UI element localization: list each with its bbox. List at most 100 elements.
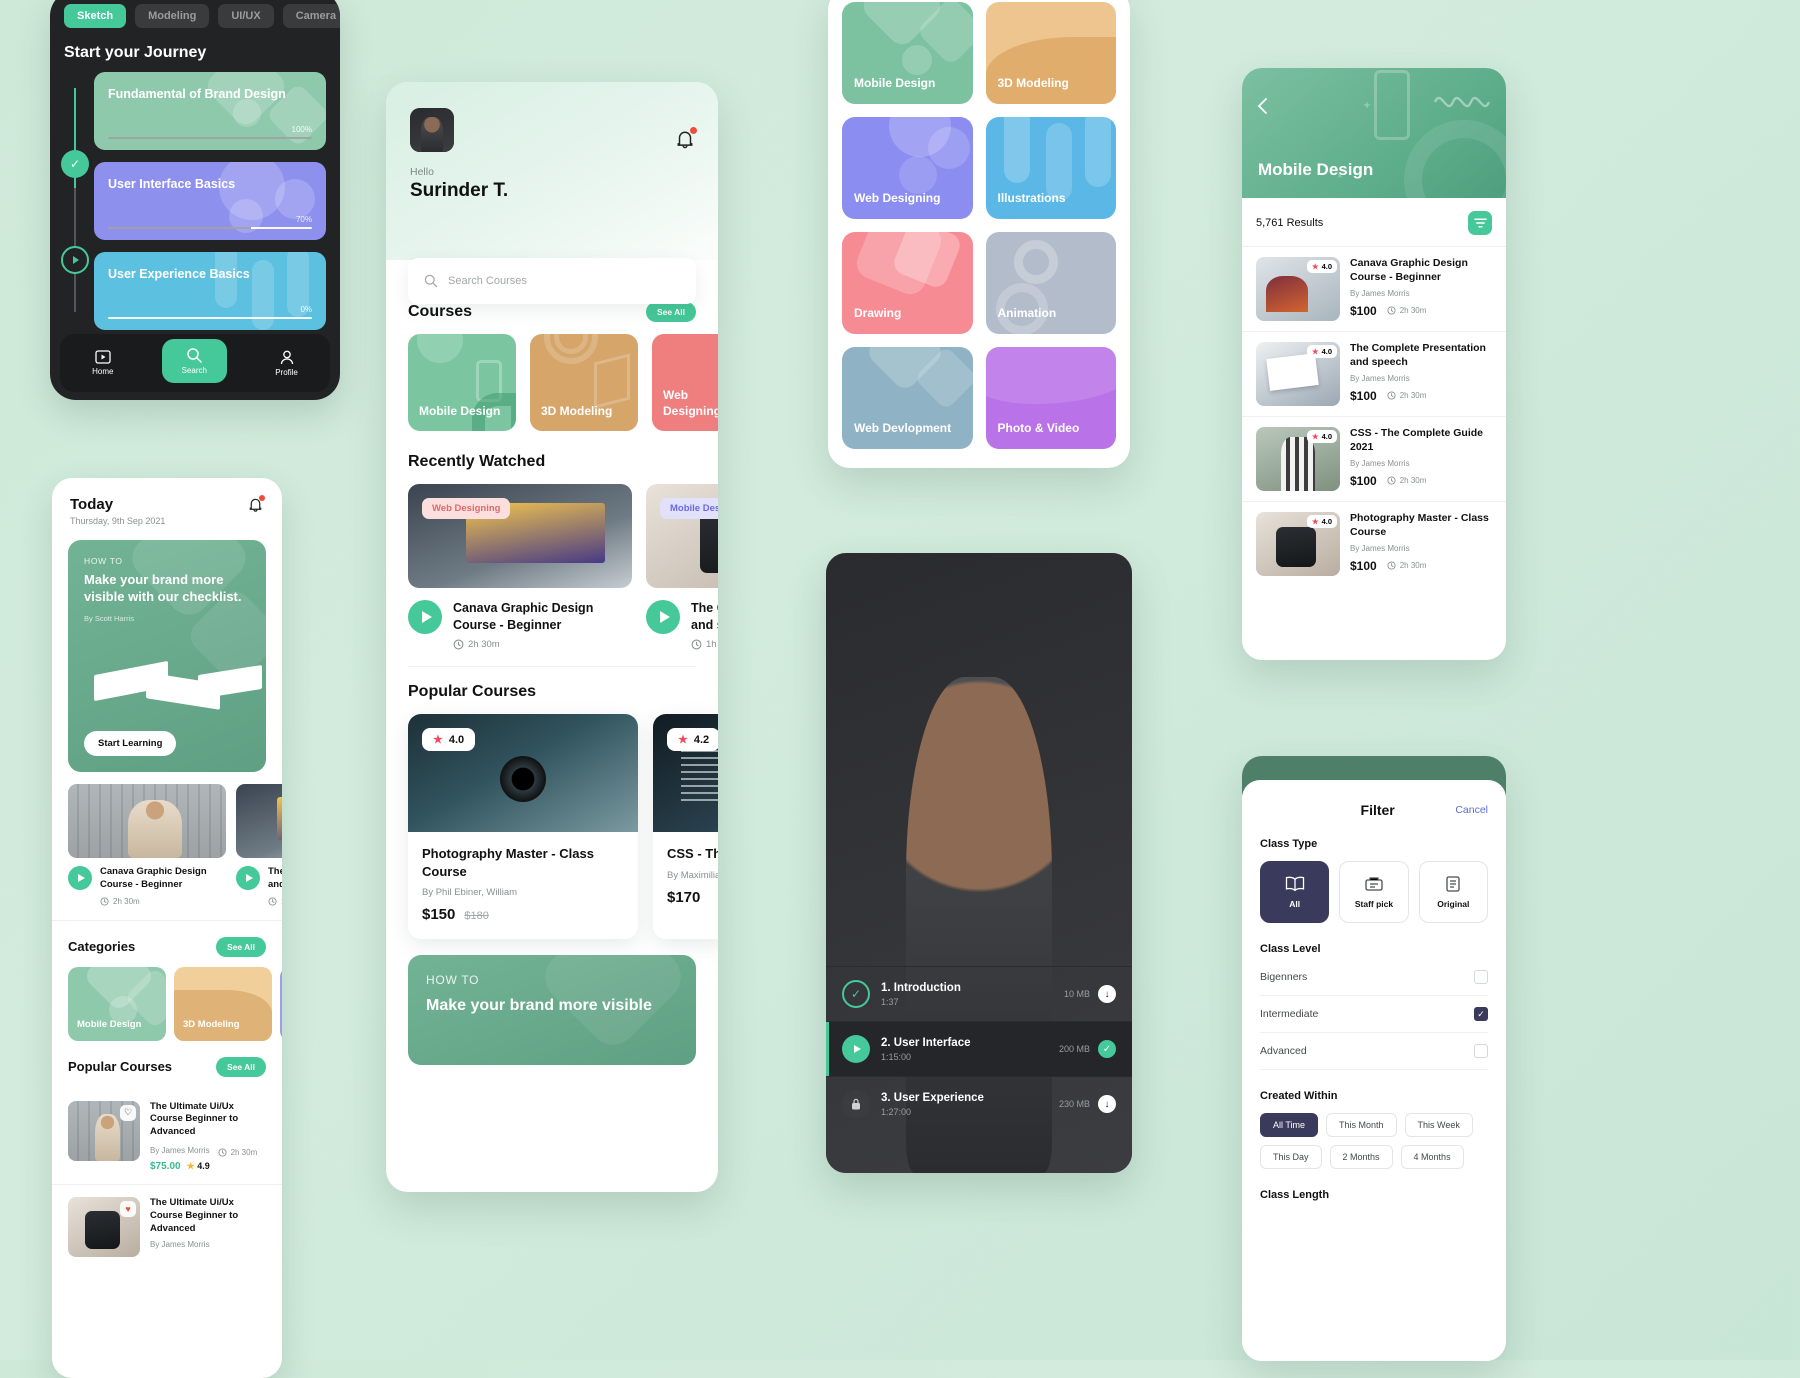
tab-sketch[interactable]: Sketch xyxy=(64,4,127,28)
star-icon: ★ xyxy=(433,734,443,746)
level-label: Intermediate xyxy=(1260,1008,1319,1020)
recent-card[interactable]: The Complete Presentation and speech 1h … xyxy=(236,784,282,906)
class-type-staff-pick[interactable]: Staff pick xyxy=(1339,861,1409,923)
categories-grid: Mobile Design 3D Modeling Web Designing … xyxy=(842,2,1116,449)
category-card-photo-video[interactable]: Photo & Video xyxy=(985,347,1116,449)
checkbox-intermediate[interactable]: ✓ xyxy=(1474,1007,1488,1021)
level-row-advanced[interactable]: Advanced xyxy=(1260,1033,1488,1070)
nav-profile[interactable]: Profile xyxy=(275,350,298,377)
greeting-label: Hello xyxy=(410,166,434,178)
tab-uiux[interactable]: UI/UX xyxy=(218,4,274,28)
recent-card[interactable]: Web Designing Canava Graphic Design Cour… xyxy=(408,484,632,650)
bell-icon[interactable] xyxy=(247,495,265,513)
avatar[interactable] xyxy=(826,553,1132,1173)
result-row[interactable]: ★ 4.0 The Complete Presentation and speec… xyxy=(1242,331,1506,416)
play-icon[interactable] xyxy=(408,600,442,634)
start-learning-button[interactable]: Start Learning xyxy=(84,731,177,756)
filter-icon[interactable] xyxy=(1468,211,1492,235)
chip-4-months[interactable]: 4 Months xyxy=(1400,1145,1464,1169)
recent-card[interactable]: Canava Graphic Design Course - Beginner … xyxy=(68,784,226,906)
journey-percent: 70% xyxy=(295,214,312,224)
chapter-size: 200 MB xyxy=(1058,1044,1090,1055)
download-icon[interactable]: ↓ xyxy=(1098,1095,1116,1114)
see-all-button[interactable]: See All xyxy=(645,302,696,322)
cancel-button[interactable]: Cancel xyxy=(1455,804,1488,816)
chapter-row[interactable]: ✓ 1. Introduction 1:37 10 MB ↓ xyxy=(826,966,1132,1021)
popular-row[interactable]: ♥ The Ultimate Ui/Ux Course Beginner to … xyxy=(52,1184,282,1258)
course-price: $100 xyxy=(1350,473,1377,488)
class-type-all[interactable]: All xyxy=(1260,861,1330,923)
level-row-bigenners[interactable]: Bigenners xyxy=(1260,959,1488,996)
category-card-mobile-design[interactable]: Mobile Design xyxy=(842,2,973,104)
check-icon: ✓ xyxy=(842,980,870,1009)
play-icon[interactable] xyxy=(68,866,92,890)
category-card-animation[interactable]: Animation xyxy=(985,232,1116,334)
category-card[interactable]: Mobile Design xyxy=(68,966,166,1041)
course-duration: 2h 30m xyxy=(1387,391,1426,400)
chip-this-week[interactable]: This Week xyxy=(1404,1113,1473,1137)
play-icon[interactable] xyxy=(236,866,260,890)
back-button[interactable] xyxy=(1256,98,1270,119)
step-node-current[interactable] xyxy=(61,246,89,274)
chip-2-months[interactable]: 2 Months xyxy=(1329,1145,1393,1169)
play-icon[interactable] xyxy=(646,600,680,634)
filter-header: Filter Cancel xyxy=(1260,802,1488,818)
chapter-row[interactable]: 3. User Experience 1:27:00 230 MB ↓ xyxy=(826,1076,1132,1131)
duration-label: 2h 30m xyxy=(113,896,140,906)
bottom-featured-card[interactable]: HOW TO Make your brand more visible xyxy=(408,955,696,1066)
checkbox-advanced[interactable] xyxy=(1474,1044,1488,1058)
result-row[interactable]: ★ 4.0 CSS - The Complete Guide 2021 By Ja… xyxy=(1242,416,1506,501)
category-card-web-designing[interactable]: Web Designing xyxy=(842,117,973,219)
course-category-card[interactable]: 3D Modeling xyxy=(530,334,638,431)
course-category-card[interactable]: Web Designing xyxy=(652,334,718,431)
category-card-3d-modeling[interactable]: 3D Modeling xyxy=(985,2,1116,104)
featured-card[interactable]: HOW TO Make your brand more visible with… xyxy=(68,540,266,772)
heart-icon[interactable]: ♥ xyxy=(120,1201,136,1218)
category-card-web-devlopment[interactable]: Web Devlopment xyxy=(842,347,973,449)
popular-card[interactable]: ★ 4.0 Photography Master - Class Course B… xyxy=(408,714,638,940)
category-card-drawing[interactable]: Drawing xyxy=(842,232,973,334)
section-title: Popular Courses xyxy=(408,683,537,700)
class-level-options: Bigenners Intermediate ✓ Advanced xyxy=(1260,959,1488,1070)
recently-watched-row: Web Designing Canava Graphic Design Cour… xyxy=(408,484,718,650)
category-card[interactable]: 3D Modeling xyxy=(174,966,272,1041)
heart-icon[interactable]: ♡ xyxy=(120,1104,136,1121)
chapter-row[interactable]: 2. User Interface 1:15:00 200 MB ✓ xyxy=(826,1021,1132,1077)
search-input[interactable]: Search Courses xyxy=(408,258,696,304)
course-price: $100 xyxy=(1350,303,1377,318)
course-category-card[interactable]: Mobile Design xyxy=(408,334,516,431)
nav-home[interactable]: Home xyxy=(92,350,113,376)
chip-this-day[interactable]: This Day xyxy=(1260,1145,1322,1169)
notification-dot xyxy=(259,495,265,501)
play-icon xyxy=(842,1035,870,1064)
section-title: Courses xyxy=(408,303,473,320)
see-all-button[interactable]: See All xyxy=(215,1056,266,1077)
class-type-original[interactable]: Original xyxy=(1418,861,1488,923)
category-card-illustrations[interactable]: Illustrations xyxy=(985,117,1116,219)
category-tabs: Sketch Modeling UI/UX Camera xyxy=(50,0,340,28)
popular-card[interactable]: ★4.2 CSS - The Complete Guide 2021 By Ma… xyxy=(653,714,718,940)
popular-row[interactable]: ♡ The Ultimate Ui/Ux Course Beginner to … xyxy=(52,1089,282,1172)
result-row[interactable]: ★ 4.0 Photography Master - Class Course B… xyxy=(1242,501,1506,586)
checkbox-bigenners[interactable] xyxy=(1474,970,1488,984)
see-all-button[interactable]: See All xyxy=(215,936,266,957)
nav-search[interactable]: Search xyxy=(161,339,227,383)
bell-icon[interactable] xyxy=(674,127,697,155)
chip-all-time[interactable]: All Time xyxy=(1260,1113,1319,1137)
tab-modeling[interactable]: Modeling xyxy=(135,4,210,28)
journey-card-1[interactable]: Fundamental of Brand Design 100% xyxy=(94,72,326,150)
journey-heading: Start your Journey xyxy=(64,44,207,61)
avatar[interactable] xyxy=(410,108,454,152)
level-row-intermediate[interactable]: Intermediate ✓ xyxy=(1260,996,1488,1033)
result-row[interactable]: ★ 4.0 Canava Graphic Design Course - Begi… xyxy=(1242,246,1506,331)
tab-camera[interactable]: Camera xyxy=(282,4,340,28)
download-icon[interactable]: ↓ xyxy=(1098,985,1116,1004)
step-node-done[interactable]: ✓ xyxy=(61,150,89,178)
rating-badge: ★ 4.0 xyxy=(1306,515,1337,528)
recent-card[interactable]: goodme.com Mobile Design The Complete Pr… xyxy=(646,484,718,650)
bottom-navigation: Home Search Profile xyxy=(60,334,330,392)
chip-this-month[interactable]: This Month xyxy=(1326,1113,1397,1137)
journey-card-2[interactable]: User Interface Basics 70% xyxy=(94,162,326,240)
journey-card-3[interactable]: User Experience Basics 0% xyxy=(94,252,326,330)
category-card[interactable]: Web Designing xyxy=(280,966,282,1041)
